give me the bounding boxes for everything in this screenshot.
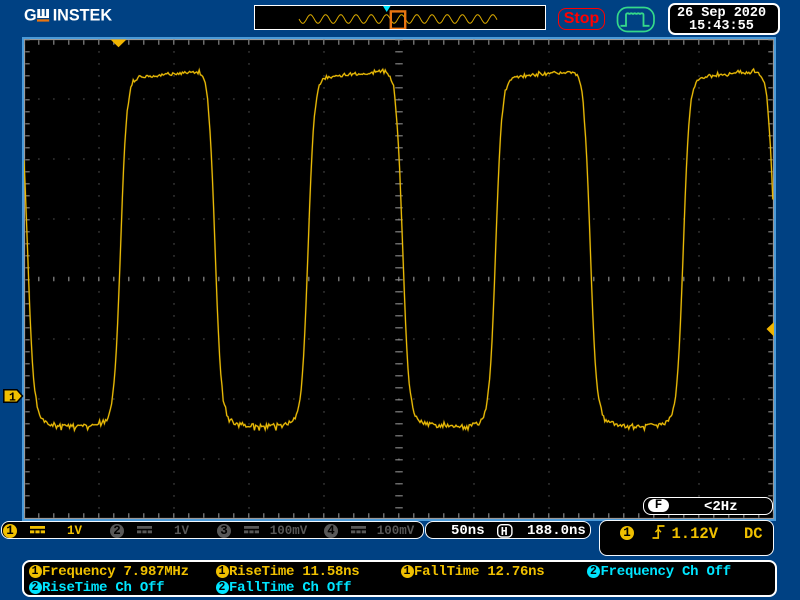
svg-text:1: 1 [9,392,16,403]
svg-text:H: H [501,526,508,538]
svg-text:G: G [24,7,37,25]
svg-text:INSTEK: INSTEK [53,7,113,25]
